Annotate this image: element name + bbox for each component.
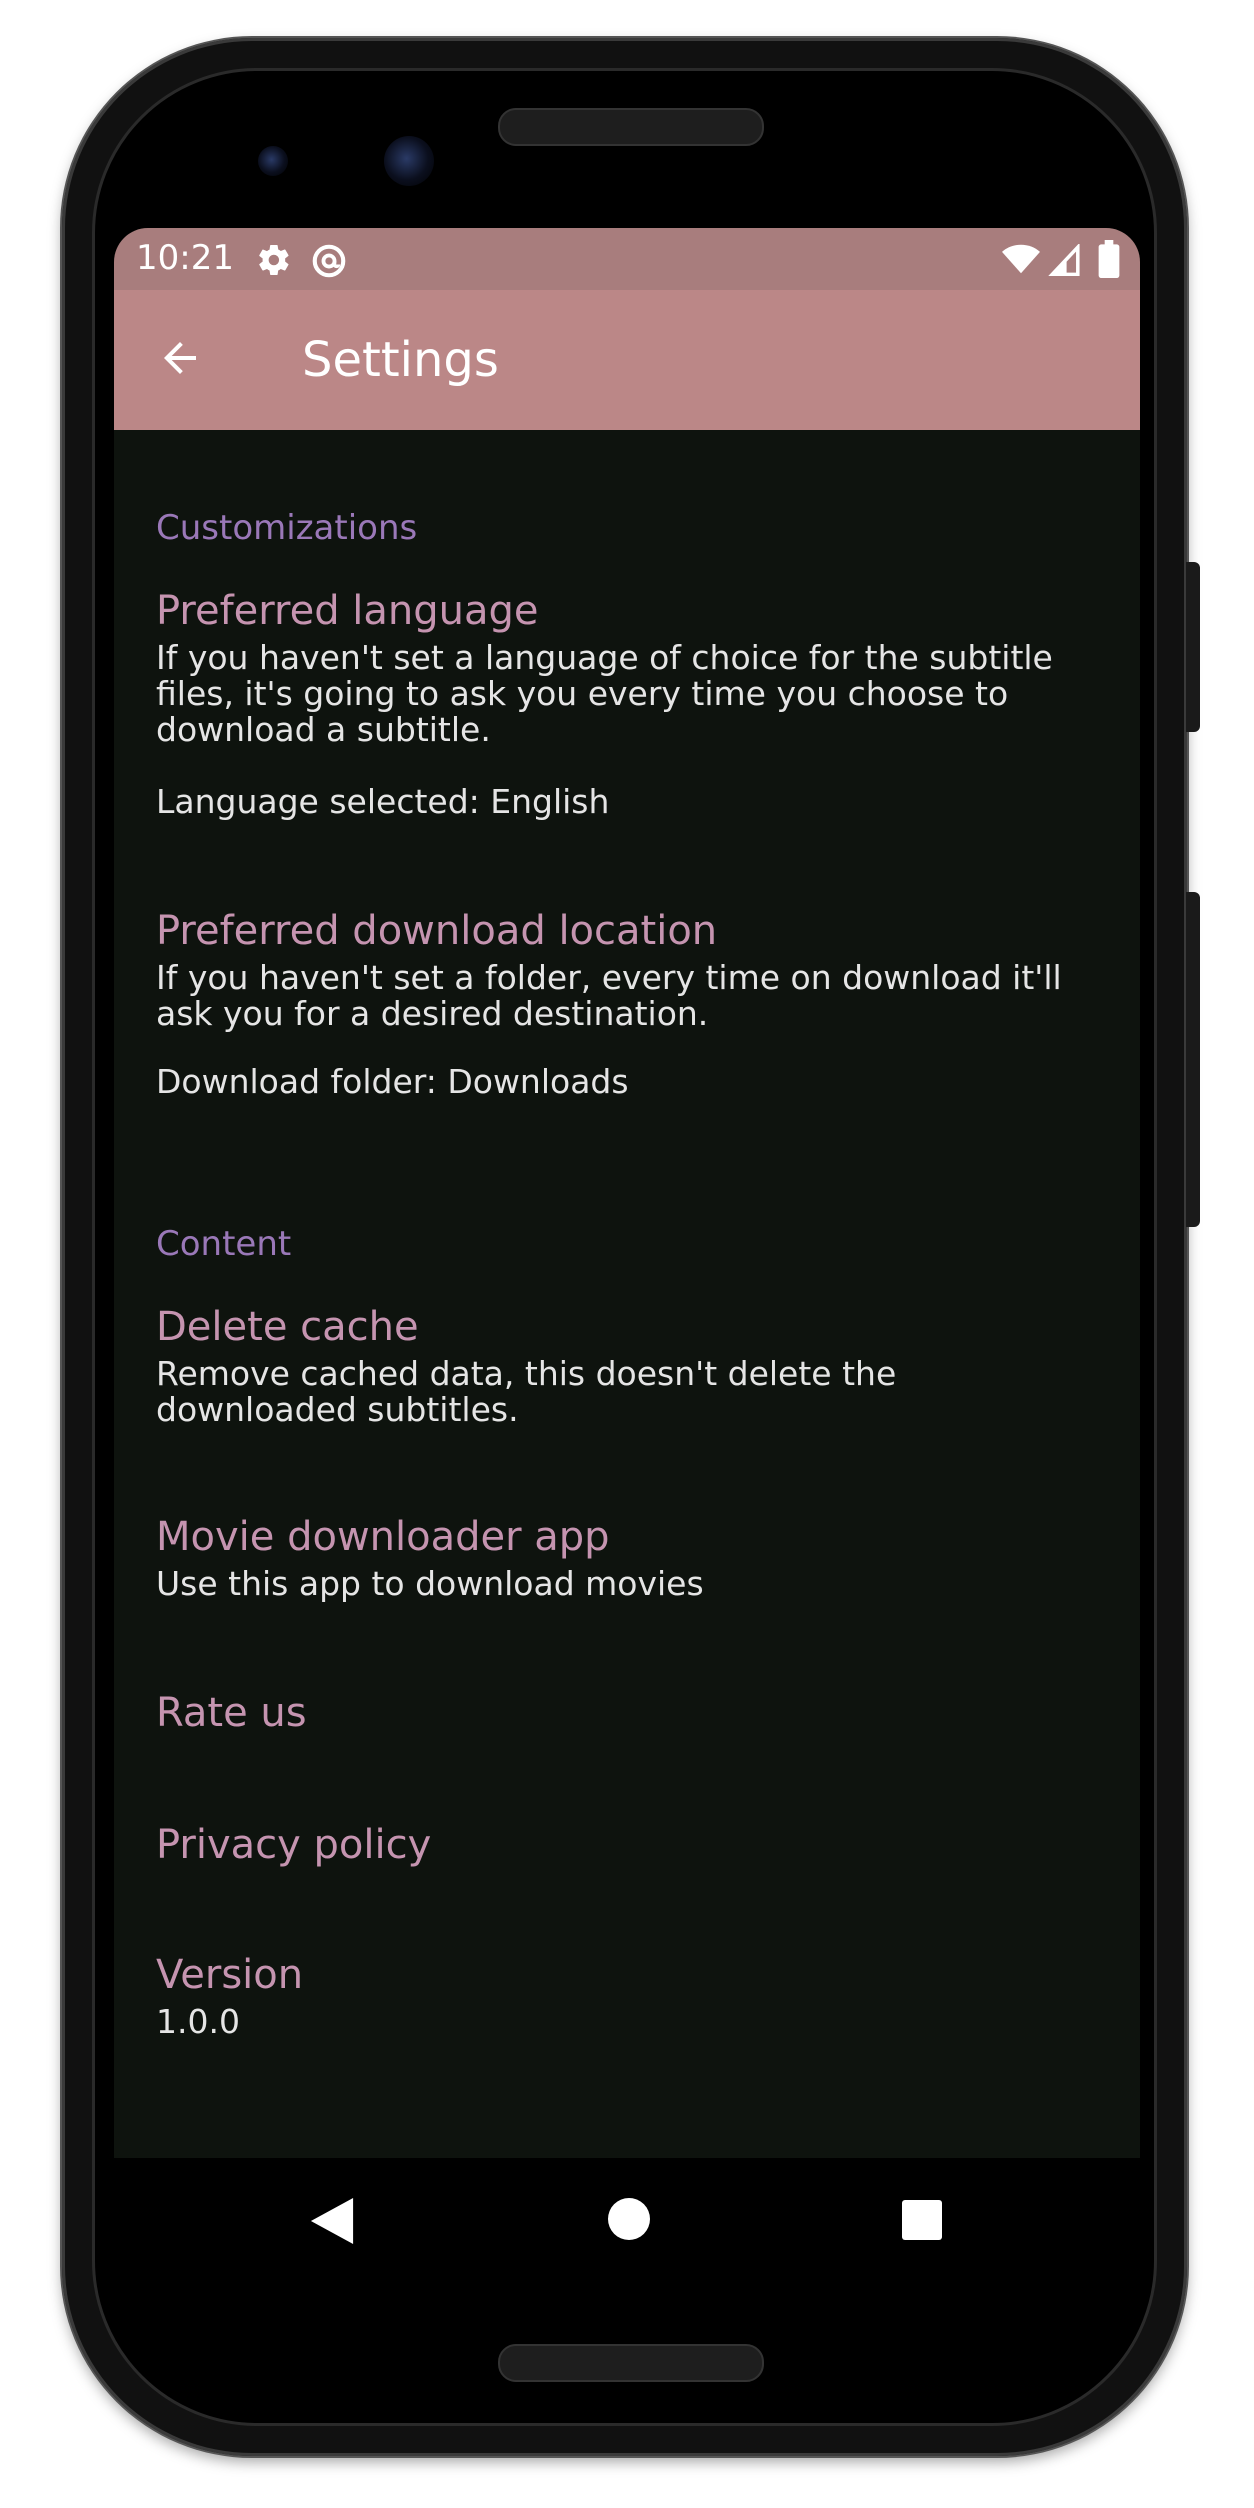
preference-preferred-language[interactable]: Preferred language If you haven't set a … [114,588,1140,898]
back-button[interactable] [144,324,216,396]
preference-movie-downloader[interactable]: Movie downloader app Use this app to dow… [114,1514,1140,1644]
volume-button [1186,892,1200,1227]
preference-download-location[interactable]: Preferred download location If you haven… [114,908,1140,1178]
page-title: Settings [302,332,499,388]
status-time: 10:21 [136,238,234,278]
home-circle-icon[interactable] [608,2198,650,2244]
preference-summary: If you haven't set a folder, every time … [156,958,1062,1033]
arrow-left-icon [156,334,204,386]
signal-icon [1048,242,1082,280]
preference-title: Rate us [156,1690,307,1736]
battery-icon [1098,240,1120,282]
front-camera [384,136,434,186]
preference-delete-cache[interactable]: Delete cache Remove cached data, this do… [114,1304,1140,1474]
preference-title: Movie downloader app [156,1514,610,1560]
earpiece-speaker [498,108,764,146]
app-bar: Settings [114,290,1140,430]
recents-square-icon[interactable] [902,2200,942,2244]
front-sensor [258,146,288,176]
preference-summary: If you haven't set a language of choice … [156,638,1053,749]
section-header-content: Content [156,1224,292,1264]
wifi-icon [1002,242,1040,280]
bottom-speaker [498,2344,764,2382]
preference-title: Preferred download location [156,908,718,954]
preference-title: Version [156,1952,304,1998]
navigation-bar [114,2158,1140,2278]
section-header-customizations: Customizations [156,508,418,548]
gear-icon [256,242,292,282]
preference-privacy-policy[interactable]: Privacy policy [114,1822,1140,1922]
status-bar: 10:21 [114,228,1140,290]
back-triangle-icon[interactable] [310,2198,354,2248]
power-button [1186,562,1200,732]
at-sign-icon [310,242,348,284]
preference-summary: Remove cached data, this doesn't delete … [156,1354,897,1429]
screen: 10:21 Settings Customizations Preferred … [114,228,1140,2158]
preference-version[interactable]: Version 1.0.0 [114,1952,1140,2082]
preference-value: Download folder: Downloads [156,1062,629,1101]
preference-title: Preferred language [156,588,539,634]
preference-summary: 1.0.0 [156,2002,240,2041]
preference-summary: Use this app to download movies [156,1564,704,1603]
preference-title: Privacy policy [156,1822,432,1868]
preference-title: Delete cache [156,1304,419,1350]
preference-rate-us[interactable]: Rate us [114,1690,1140,1790]
preference-value: Language selected: English [156,782,610,821]
